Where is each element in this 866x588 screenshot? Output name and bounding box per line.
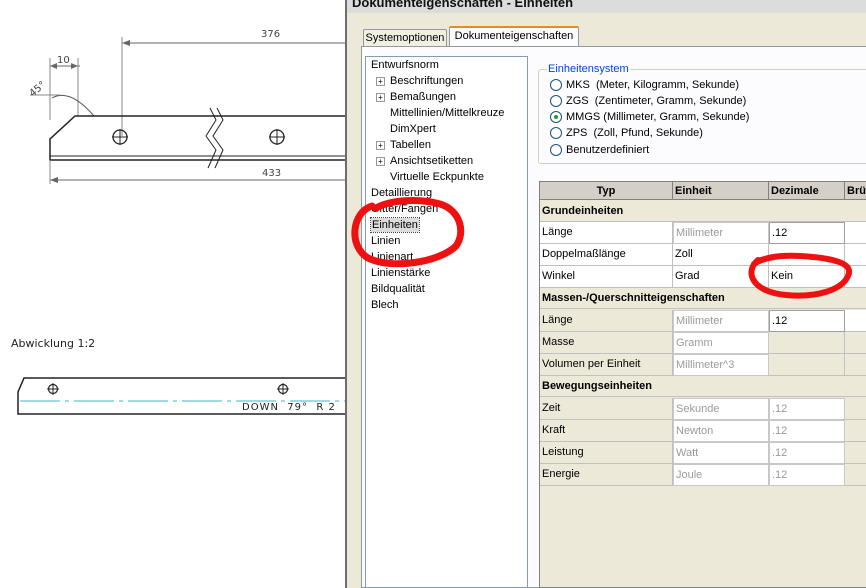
- radio-benutzerdefiniert-label[interactable]: Benutzerdefiniert: [566, 144, 649, 157]
- dialog-title: Dokumenteigenschaften - Einheiten: [352, 0, 574, 10]
- radio-mks[interactable]: [550, 79, 562, 91]
- unit-masse-field[interactable]: Gramm: [673, 332, 769, 354]
- unit-energie-field[interactable]: Joule: [673, 464, 769, 486]
- dim-overall-value[interactable]: 376: [261, 29, 280, 40]
- col-header-einheit[interactable]: Einheit: [673, 182, 769, 200]
- decimals-mass-laenge-field[interactable]: .12: [769, 310, 845, 332]
- decimals-masse-field: [769, 332, 845, 354]
- tree-item-detaillierung[interactable]: Detaillierung: [371, 186, 432, 200]
- tree-item-beschriftungen[interactable]: Beschriftungen: [390, 74, 463, 88]
- tree-item-linien[interactable]: Linien: [371, 234, 400, 248]
- row-type-volumen: Volumen per Einheit: [540, 354, 673, 376]
- expand-icon[interactable]: +: [376, 141, 385, 150]
- unit-winkel-field[interactable]: Grad: [673, 266, 769, 288]
- fraction-cell[interactable]: [845, 222, 866, 244]
- tree-item-linienstaerke[interactable]: Linienstärke: [371, 266, 430, 280]
- bend-note[interactable]: DOWN 79° R 2: [242, 402, 336, 413]
- tree-item-einheiten[interactable]: Einheiten: [370, 217, 420, 233]
- fraction-cell[interactable]: [845, 310, 866, 332]
- units-grid: Typ Einheit Dezimale Brü Grundeinheiten …: [539, 181, 866, 588]
- section-grundeinheiten: Grundeinheiten: [540, 201, 866, 222]
- unit-doppelmasslaenge-field[interactable]: Zoll: [673, 244, 769, 266]
- section-bewegungseinheiten: Bewegungseinheiten: [540, 376, 866, 397]
- fraction-cell: [845, 464, 866, 486]
- tab-dokumenteigenschaften[interactable]: Dokumenteigenschaften: [449, 26, 579, 47]
- tab-label: Systemoptionen: [365, 32, 445, 44]
- dim-arrow: [122, 40, 130, 46]
- radio-mmgs-label[interactable]: MMGS (Millimeter, Gramm, Sekunde): [566, 111, 749, 124]
- tree-item-dimxpert[interactable]: DimXpert: [390, 122, 436, 136]
- decimals-doppelmasslaenge-field[interactable]: [769, 244, 845, 266]
- tree-item-bemassungen[interactable]: Bemaßungen: [390, 90, 456, 104]
- unit-laenge-field[interactable]: Millimeter: [673, 222, 769, 244]
- drawing-canvas[interactable]: 376 10 45° 433 Abwicklung 1:2 DOWN 79° R…: [0, 0, 345, 588]
- tab-label: Dokumenteigenschaften: [454, 30, 574, 42]
- unit-system-label: Einheitensystem: [547, 63, 630, 75]
- options-tree[interactable]: Entwurfsnorm + Beschriftungen + Bemaßung…: [365, 56, 528, 588]
- expand-icon[interactable]: +: [376, 77, 385, 86]
- tree-item-tabellen[interactable]: Tabellen: [390, 138, 431, 152]
- row-type-winkel: Winkel: [540, 266, 673, 288]
- row-type-kraft: Kraft: [540, 420, 673, 442]
- fraction-cell: [845, 442, 866, 464]
- col-header-typ[interactable]: Typ: [540, 182, 673, 200]
- radio-mmgs[interactable]: [550, 111, 562, 123]
- decimals-energie-field[interactable]: .12: [769, 464, 845, 486]
- fraction-cell: [845, 420, 866, 442]
- unit-mass-laenge-field[interactable]: Millimeter: [673, 310, 769, 332]
- tree-item-ansichtsetiketten[interactable]: Ansichtsetiketten: [390, 154, 473, 168]
- unit-leistung-field[interactable]: Watt: [673, 442, 769, 464]
- tree-item-blech[interactable]: Blech: [371, 298, 399, 312]
- fraction-cell[interactable]: [845, 266, 866, 288]
- drawing-svg: [17, 37, 345, 415]
- dim-bottom-value[interactable]: 433: [262, 168, 281, 179]
- decimals-volumen-field: [769, 354, 845, 376]
- unit-zeit-field[interactable]: Sekunde: [673, 398, 769, 420]
- row-type-laenge: Länge: [540, 310, 673, 332]
- fraction-cell: [845, 354, 866, 376]
- decimals-leistung-field[interactable]: .12: [769, 442, 845, 464]
- tab-systemoptionen[interactable]: Systemoptionen: [363, 29, 447, 46]
- dim-small-value[interactable]: 10: [57, 55, 70, 66]
- fraction-cell: [845, 332, 866, 354]
- col-header-dezimale[interactable]: Dezimale: [769, 182, 845, 200]
- radio-zgs-label[interactable]: ZGS (Zentimeter, Gramm, Sekunde): [566, 95, 746, 108]
- decimals-laenge-field[interactable]: .12: [769, 222, 845, 244]
- row-type-leistung: Leistung: [540, 442, 673, 464]
- radio-zps-label[interactable]: ZPS (Zoll, Pfund, Sekunde): [566, 127, 703, 140]
- tree-item-bildqualitaet[interactable]: Bildqualität: [371, 282, 425, 296]
- radio-zps[interactable]: [550, 127, 562, 139]
- section-massen-querschnitt: Massen-/Querschnitteigenschaften: [540, 288, 866, 309]
- unit-volumen-field[interactable]: Millimeter^3: [673, 354, 769, 376]
- expand-icon[interactable]: +: [376, 93, 385, 102]
- radio-benutzerdefiniert[interactable]: [550, 144, 562, 156]
- decimals-zeit-field[interactable]: .12: [769, 398, 845, 420]
- expand-icon[interactable]: +: [376, 157, 385, 166]
- tree-item-mittellinien[interactable]: Mittellinien/Mittelkreuze: [390, 106, 504, 120]
- row-type-masse: Masse: [540, 332, 673, 354]
- fraction-cell: [845, 398, 866, 420]
- tree-item-linienart[interactable]: Linienart: [371, 250, 413, 264]
- radio-zgs[interactable]: [550, 95, 562, 107]
- view-label: Abwicklung 1:2: [11, 337, 96, 350]
- part-outline: [49, 115, 345, 161]
- row-type-zeit: Zeit: [540, 398, 673, 420]
- row-type-energie: Energie: [540, 464, 673, 486]
- row-type-laenge: Länge: [540, 222, 673, 244]
- decimals-winkel-field[interactable]: Kein: [769, 266, 845, 288]
- document-properties-dialog: Dokumenteigenschaften - Einheiten System…: [345, 0, 866, 588]
- tree-item-entwurfsnorm[interactable]: Entwurfsnorm: [371, 58, 439, 72]
- decimals-kraft-field[interactable]: .12: [769, 420, 845, 442]
- unit-kraft-field[interactable]: Newton: [673, 420, 769, 442]
- tree-item-virtuelle-eckpunkte[interactable]: Virtuelle Eckpunkte: [390, 170, 484, 184]
- radio-mks-label[interactable]: MKS (Meter, Kilogramm, Sekunde): [566, 79, 739, 92]
- dim-angle-arc: [51, 94, 95, 117]
- fraction-cell[interactable]: [845, 244, 866, 266]
- col-header-brueche[interactable]: Brü: [845, 182, 866, 200]
- row-type-doppelmasslaenge: Doppelmaßlänge: [540, 244, 673, 266]
- tree-item-gitter-fangen[interactable]: Gitter/Fangen: [371, 202, 438, 216]
- dialog-titlebar[interactable]: Dokumenteigenschaften - Einheiten: [347, 0, 866, 13]
